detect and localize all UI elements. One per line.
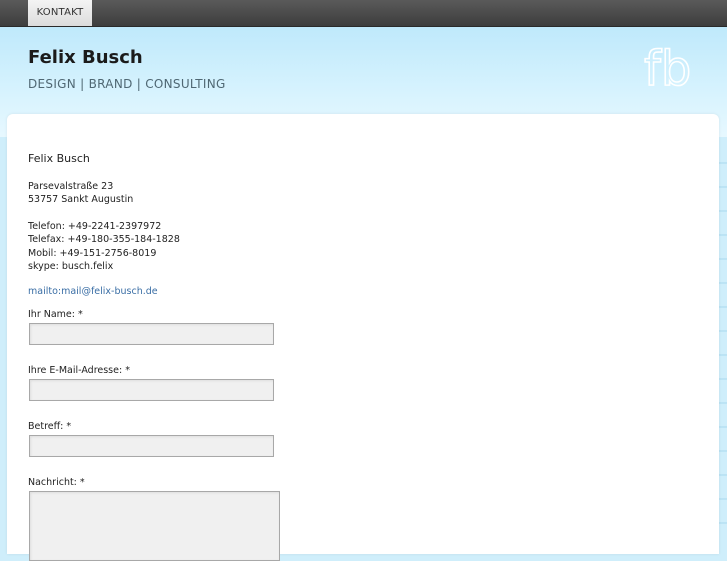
- address-block: Parsevalstraße 23 53757 Sankt Augustin: [28, 180, 280, 207]
- address-city: 53757 Sankt Augustin: [28, 194, 134, 206]
- phone-mobil: Mobil: +49-151-2756-8019: [28, 247, 157, 259]
- message-label: Nachricht: *: [28, 477, 85, 489]
- tab-kontakt[interactable]: KONTAKT: [28, 0, 92, 26]
- email-input[interactable]: [29, 379, 274, 402]
- subject-label: Betreff: *: [28, 421, 72, 433]
- site-tagline: DESIGN | BRAND | CONSULTING: [28, 77, 226, 91]
- name-label: Ihr Name: *: [28, 309, 83, 321]
- subject-input[interactable]: [29, 435, 274, 458]
- fb-logo-icon: fb: [643, 41, 692, 91]
- message-textarea[interactable]: [29, 491, 280, 561]
- phone-telefax: Telefax: +49-180-355-184-1828: [28, 234, 180, 246]
- main-content: Felix Busch Parsevalstraße 23 53757 Sank…: [7, 114, 719, 561]
- phone-block: Telefon: +49-2241-2397972 Telefax: +49-1…: [28, 220, 280, 274]
- email-link[interactable]: mailto:mail@felix-busch.de: [28, 286, 280, 297]
- address-street: Parsevalstraße 23: [28, 181, 114, 192]
- site-title[interactable]: Felix Busch: [28, 47, 143, 68]
- decorative-side-lines: [719, 140, 727, 545]
- top-navigation-bar: KONTAKT: [0, 0, 727, 27]
- contact-name: Felix Busch: [28, 152, 90, 165]
- skype-id: skype: busch.felix: [28, 261, 114, 273]
- phone-telefon: Telefon: +49-2241-2397972: [28, 220, 162, 232]
- email-label: Ihre E-Mail-Adresse: *: [28, 365, 130, 377]
- contact-section: Felix Busch Parsevalstraße 23 53757 Sank…: [28, 152, 280, 561]
- name-input[interactable]: [29, 323, 274, 346]
- svg-text:fb: fb: [644, 41, 691, 91]
